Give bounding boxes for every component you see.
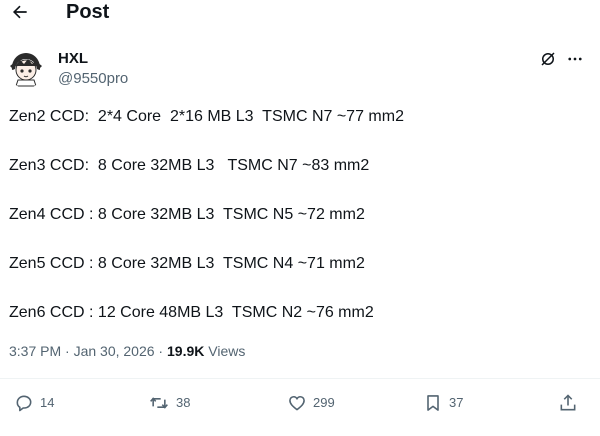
views-count[interactable]: 19.9K xyxy=(167,343,204,359)
anime-avatar-icon xyxy=(6,48,46,88)
tweet-text-line: Zen3 CCD: 8 Core 32MB L3 TSMC N7 ~83 mm2 xyxy=(9,157,370,174)
page-title: Post xyxy=(66,1,110,23)
author-name[interactable]: HXL xyxy=(58,50,88,68)
arrow-left-icon xyxy=(12,5,27,19)
grok-button[interactable] xyxy=(537,48,559,70)
tweet-text-line: Zen6 CCD : 12 Core 48MB L3 TSMC N2 ~76 m… xyxy=(9,304,374,321)
share-icon xyxy=(560,394,576,411)
repost-button[interactable]: 38 xyxy=(148,392,190,414)
repost-count: 38 xyxy=(176,395,191,410)
reply-count: 14 xyxy=(40,395,55,410)
more-options-button[interactable] xyxy=(564,48,586,70)
bookmark-count: 37 xyxy=(449,395,464,410)
more-dots-icon xyxy=(568,57,582,61)
views-label: Views xyxy=(204,343,246,359)
grok-icon xyxy=(541,52,555,66)
top-bar: Post xyxy=(0,0,600,26)
timestamp[interactable]: 3:37 PM · Jan 30, 2026 xyxy=(9,343,155,359)
bookmark-button[interactable]: 37 xyxy=(423,392,463,414)
like-button[interactable]: 299 xyxy=(287,392,335,414)
tweet-text-line: Zen4 CCD : 8 Core 32MB L3 TSMC N5 ~72 mm… xyxy=(9,206,365,223)
heart-icon xyxy=(289,395,305,411)
post-meta: 3:37 PM · Jan 30, 2026 · 19.9K Views xyxy=(9,342,245,360)
bookmark-icon xyxy=(427,395,439,411)
back-button[interactable] xyxy=(8,0,32,24)
reply-icon xyxy=(16,395,32,412)
share-button[interactable] xyxy=(558,392,578,414)
repost-icon xyxy=(150,397,168,409)
tweet-text-line: Zen5 CCD : 8 Core 32MB L3 TSMC N4 ~71 mm… xyxy=(9,255,365,272)
meta-separator: · xyxy=(154,343,167,359)
author-handle[interactable]: @9550pro xyxy=(58,70,128,88)
avatar[interactable] xyxy=(6,48,46,88)
tweet-text-line: Zen2 CCD: 2*4 Core 2*16 MB L3 TSMC N7 ~7… xyxy=(9,108,404,125)
like-count: 299 xyxy=(313,395,335,410)
divider xyxy=(0,378,600,379)
reply-button[interactable]: 14 xyxy=(14,392,54,414)
